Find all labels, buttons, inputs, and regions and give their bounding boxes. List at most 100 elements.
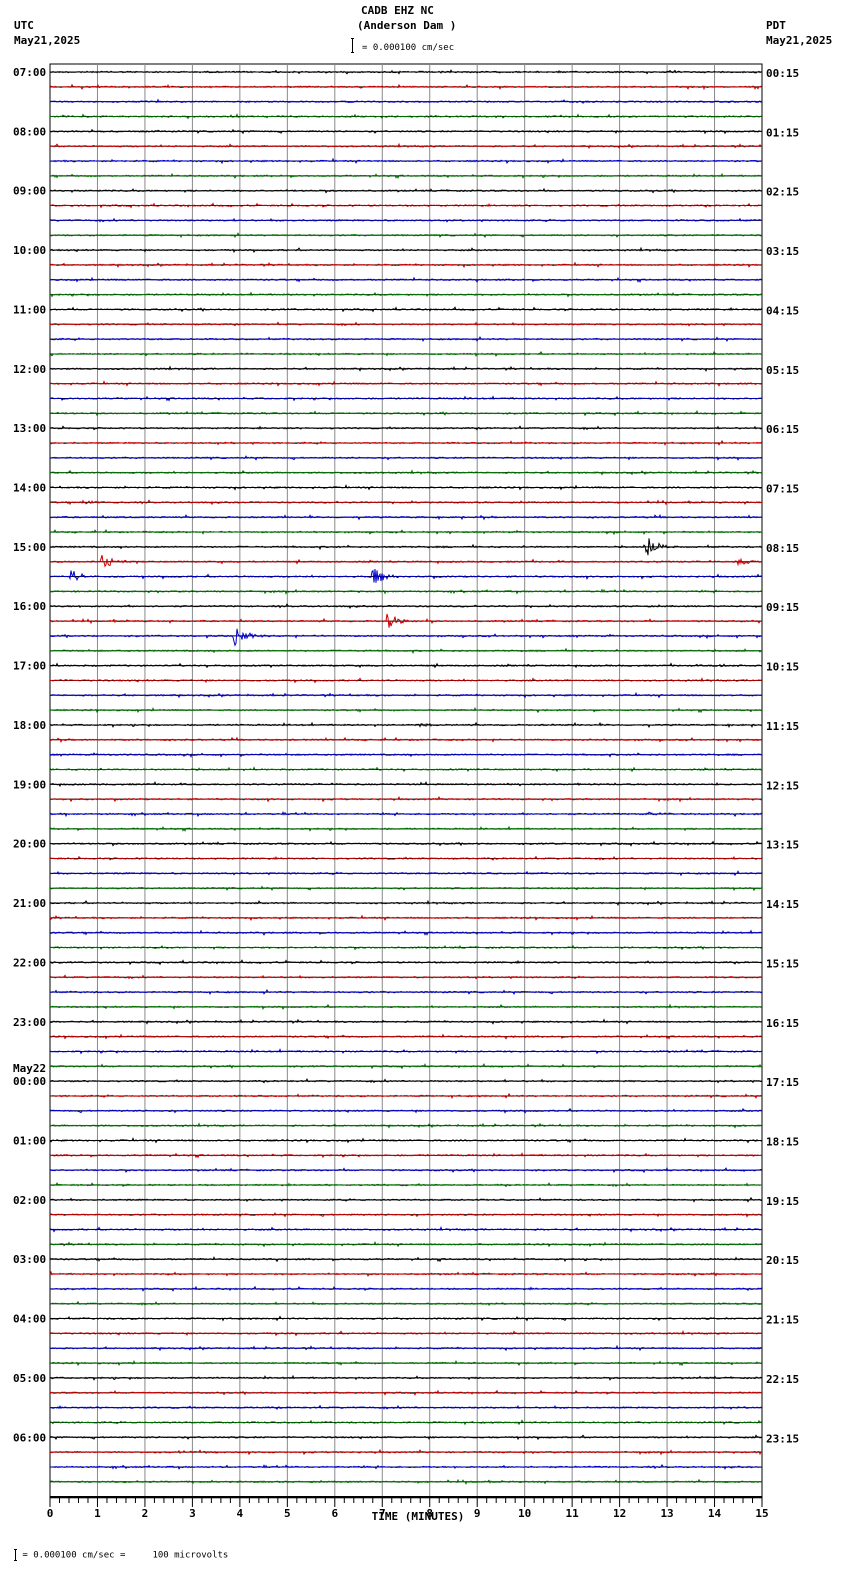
- utc-hour-label: 08:00: [13, 125, 46, 138]
- seismic-trace: [49, 899, 762, 907]
- pdt-hour-label: 11:15: [766, 720, 799, 733]
- pdt-hour-label: 00:15: [766, 67, 799, 80]
- utc-hour-label: 17:00: [13, 660, 46, 673]
- pdt-hour-label: 10:15: [766, 661, 799, 674]
- utc-hour-label: 19:00: [13, 778, 46, 791]
- seismic-trace: [49, 529, 763, 536]
- utc-hour-label: 01:00: [13, 1134, 46, 1147]
- seismic-trace: [49, 202, 763, 209]
- utc-hour-label: 03:00: [13, 1253, 46, 1266]
- utc-hour-label: 21:00: [13, 897, 46, 910]
- date-change-label: May22: [13, 1062, 46, 1075]
- seismic-trace: [49, 1212, 763, 1218]
- seismic-trace: [49, 1256, 763, 1263]
- seismic-trace: [50, 554, 763, 568]
- seismic-trace: [49, 1344, 763, 1352]
- seismic-trace: [49, 380, 763, 387]
- seismic-trace: [49, 870, 762, 877]
- pdt-hour-label: 19:15: [766, 1195, 799, 1208]
- seismic-trace: [49, 974, 763, 980]
- footer-scale: = 0.000100 cm/sec = 100 microvolts: [4, 1549, 228, 1561]
- seismic-trace: [49, 721, 763, 729]
- seismic-trace: [49, 1241, 763, 1248]
- utc-hour-label: 11:00: [13, 303, 46, 316]
- seismic-trace: [49, 1078, 763, 1084]
- x-tick-label: 6: [331, 1507, 338, 1520]
- seismic-trace: [49, 321, 763, 327]
- seismic-trace: [50, 1300, 763, 1306]
- seismic-trace: [49, 395, 763, 402]
- pdt-hour-label: 08:15: [766, 542, 799, 555]
- x-tick-label: 13: [660, 1507, 673, 1520]
- seismic-trace: [49, 1167, 763, 1174]
- traces: [49, 69, 763, 1485]
- pdt-hour-label: 21:15: [766, 1314, 799, 1327]
- x-tick-label: 14: [708, 1507, 722, 1520]
- seismic-trace: [49, 929, 763, 936]
- utc-hour-label: 05:00: [13, 1372, 46, 1385]
- seismic-trace: [49, 1478, 763, 1485]
- seismic-trace: [49, 484, 763, 491]
- utc-hour-label: 22:00: [13, 956, 46, 969]
- utc-hour-label: 02:00: [13, 1194, 46, 1207]
- pdt-hour-label: 06:15: [766, 423, 799, 436]
- pdt-hour-label: 20:15: [766, 1254, 799, 1267]
- seismic-trace: [49, 1196, 763, 1203]
- x-tick-label: 1: [94, 1507, 101, 1520]
- pdt-hour-label: 09:15: [766, 601, 799, 614]
- seismic-trace: [49, 647, 763, 654]
- seismic-trace: [50, 69, 763, 75]
- pdt-hour-label: 05:15: [766, 364, 799, 377]
- seismic-trace: [49, 172, 763, 180]
- seismic-trace: [49, 128, 763, 135]
- seismic-trace: [49, 752, 763, 758]
- pdt-hour-label: 12:15: [766, 779, 799, 792]
- seismic-trace: [49, 83, 763, 91]
- seismic-trace: [49, 885, 763, 892]
- seismic-trace: [49, 811, 763, 818]
- seismic-trace: [49, 1449, 763, 1456]
- seismic-trace: [49, 706, 763, 714]
- x-tick-label: 0: [47, 1507, 54, 1520]
- x-tick-label: 11: [566, 1507, 580, 1520]
- seismic-trace: [49, 232, 763, 239]
- x-axis-label: TIME (MINUTES): [372, 1510, 465, 1523]
- seismic-trace: [49, 276, 763, 283]
- seismic-trace: [49, 766, 763, 773]
- seismic-trace: [50, 1003, 763, 1010]
- seismic-trace: [50, 142, 763, 150]
- seismic-trace: [49, 944, 763, 951]
- seismic-trace: [49, 246, 763, 254]
- seismic-trace: [49, 988, 763, 996]
- seismic-trace: [49, 914, 763, 921]
- seismic-trace: [49, 1018, 763, 1025]
- pdt-hour-label: 14:15: [766, 898, 799, 911]
- utc-hour-label: 09:00: [13, 185, 46, 198]
- seismic-trace: [49, 603, 763, 610]
- utc-hour-label: 13:00: [13, 422, 46, 435]
- pdt-hour-label: 01:15: [766, 126, 799, 139]
- pdt-hour-label: 15:15: [766, 957, 799, 970]
- seismic-trace: [49, 613, 763, 628]
- utc-hour-label: 00:00: [13, 1075, 46, 1088]
- seismic-trace: [49, 662, 763, 669]
- seismic-trace: [49, 187, 763, 194]
- pdt-hour-label: 16:15: [766, 1017, 799, 1030]
- pdt-hour-label: 04:15: [766, 304, 799, 317]
- pdt-hour-label: 02:15: [766, 186, 799, 199]
- pdt-hour-label: 22:15: [766, 1373, 799, 1386]
- utc-hour-label: 16:00: [13, 600, 46, 613]
- utc-hour-label: 04:00: [13, 1313, 46, 1326]
- seismic-trace: [49, 499, 763, 506]
- x-tick-label: 10: [518, 1507, 531, 1520]
- seismic-trace: [49, 217, 763, 223]
- seismic-trace: [49, 1048, 763, 1055]
- utc-hour-label: 06:00: [13, 1431, 46, 1444]
- seismic-trace: [49, 469, 763, 476]
- x-tick-label: 5: [284, 1507, 291, 1520]
- seismic-trace: [49, 588, 762, 595]
- seismogram-plot: 07:00 08:00 09:00 10:00 11:00 12:00 13:00 14:00…: [13, 63, 799, 1523]
- x-tick-label: 4: [237, 1507, 244, 1520]
- seismic-trace: [49, 455, 763, 461]
- x-tick-label: 3: [189, 1507, 196, 1520]
